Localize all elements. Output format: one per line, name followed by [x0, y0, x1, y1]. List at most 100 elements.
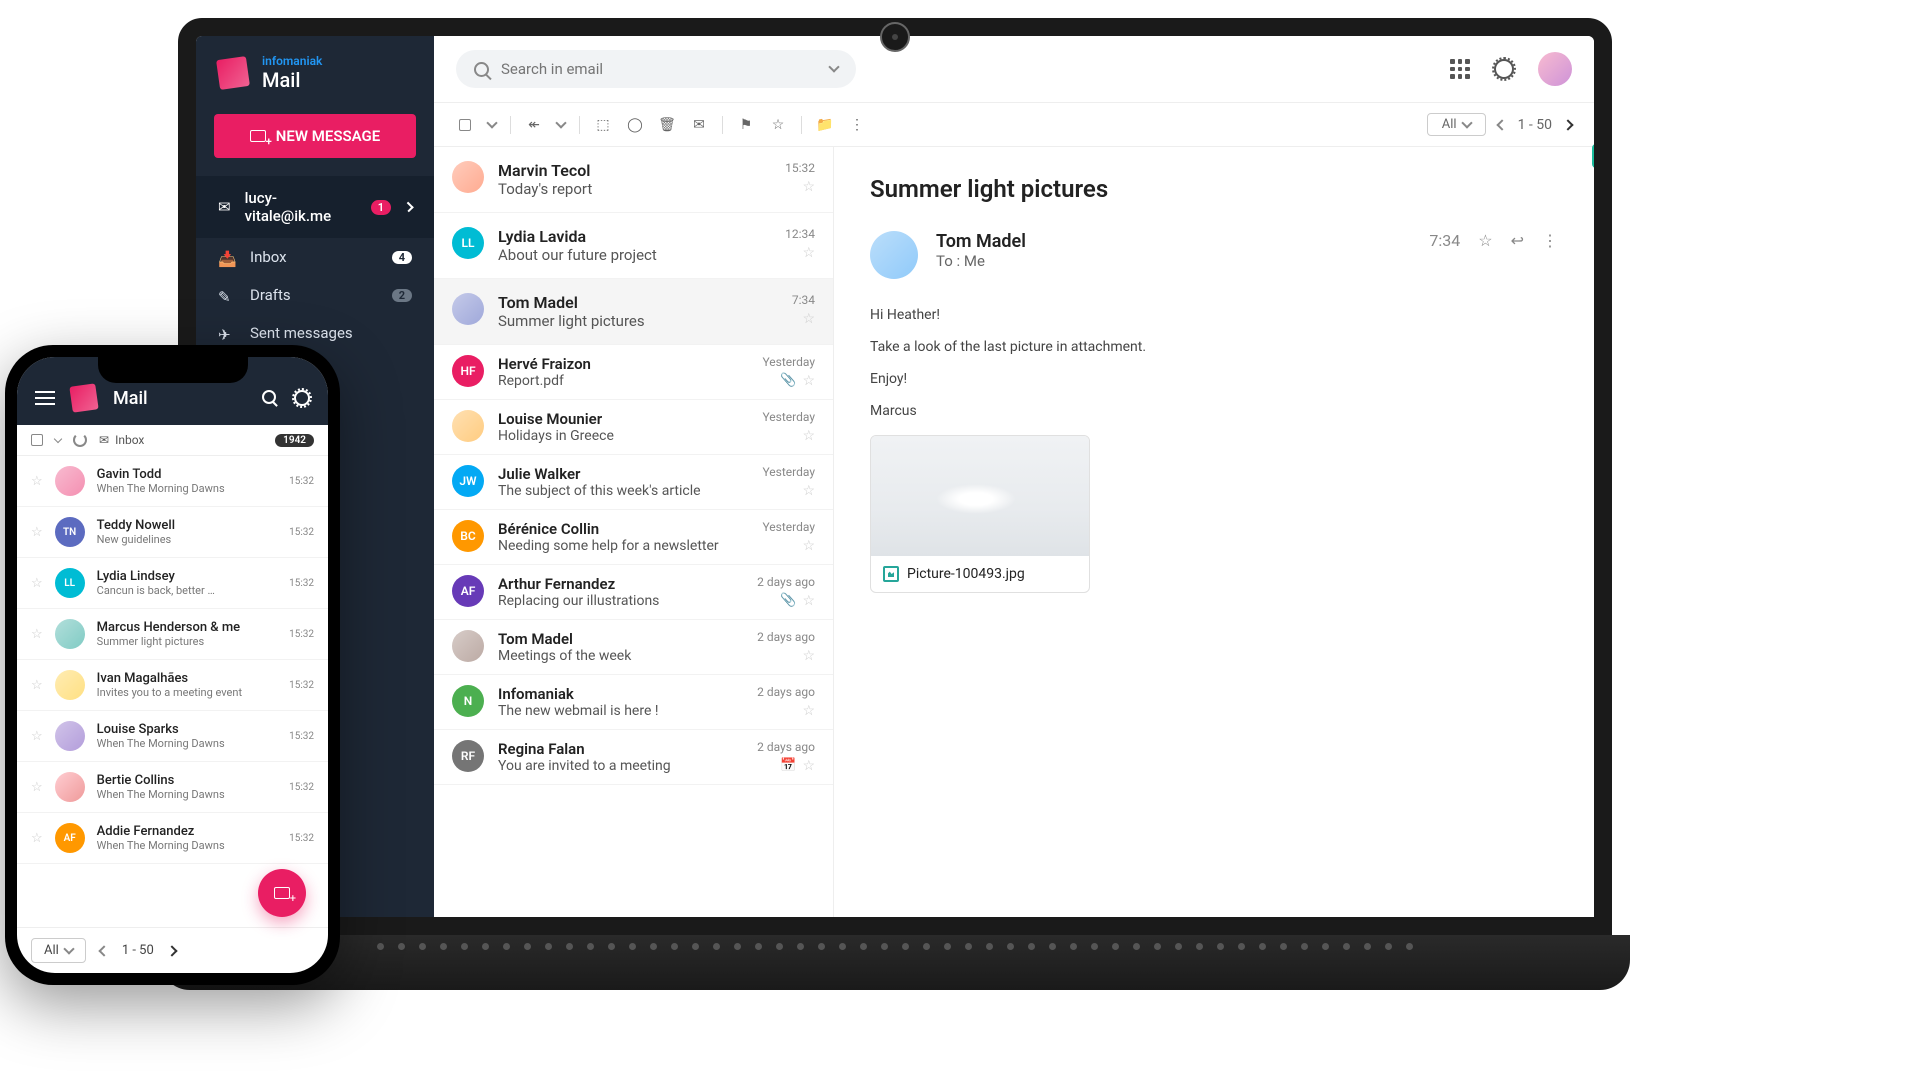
star-icon[interactable]: ☆ — [31, 780, 43, 795]
reader-to: To : Me — [936, 252, 1026, 270]
mobile-email-item[interactable]: ☆ Marcus Henderson & me Summer light pic… — [17, 609, 328, 660]
more-icon[interactable]: ⋮ — [1542, 231, 1558, 250]
sender-avatar: N — [452, 685, 484, 717]
mobile-toolbar: ✉ Inbox 1942 — [17, 425, 328, 456]
mobile-email-item[interactable]: ☆ Ivan Magalhães Invites you to a meetin… — [17, 660, 328, 711]
sender-avatar — [55, 772, 85, 802]
sidebar-item-drafts[interactable]: ✎ Drafts 2 — [196, 276, 434, 314]
star-icon[interactable]: ☆ — [802, 538, 815, 554]
reply-icon[interactable]: ↩ — [1511, 231, 1524, 250]
settings-gear-icon[interactable] — [1494, 59, 1514, 79]
mobile-brand: Mail — [113, 388, 148, 409]
settings-gear-icon[interactable] — [294, 390, 310, 406]
star-icon[interactable]: ☆ — [802, 593, 815, 609]
chevron-down-icon[interactable] — [828, 61, 839, 72]
mail-logo-icon — [216, 56, 250, 90]
star-icon[interactable]: ☆ — [31, 525, 43, 540]
email-list-item[interactable]: Tom Madel Meetings of the week 2 days ag… — [434, 620, 833, 675]
pager-prev-icon[interactable] — [1496, 119, 1507, 130]
mobile-email-item[interactable]: ☆ Bertie Collins When The Morning Dawns … — [17, 762, 328, 813]
star-icon[interactable]: ☆ — [802, 373, 815, 389]
email-list-item[interactable]: LL Lydia Lavida About our future project… — [434, 213, 833, 279]
select-dropdown-icon[interactable] — [486, 117, 497, 128]
move-folder-icon[interactable]: 📁 — [816, 116, 834, 134]
star-icon[interactable]: ☆ — [31, 729, 43, 744]
hamburger-menu-icon[interactable] — [35, 391, 55, 405]
archive-icon[interactable]: ⬚ — [594, 116, 612, 134]
email-sender: Tom Madel — [498, 293, 778, 312]
mail-logo-icon — [69, 383, 98, 412]
image-file-icon — [883, 566, 899, 582]
email-subject: You are invited to a meeting — [498, 758, 743, 774]
sender-avatar: LL — [55, 568, 85, 598]
star-icon[interactable]: ☆ — [802, 758, 815, 774]
refresh-icon[interactable] — [73, 433, 87, 447]
search-input[interactable] — [501, 60, 818, 78]
mark-read-icon[interactable]: ✉ — [690, 116, 708, 134]
reply-all-icon[interactable]: ↞ — [525, 116, 543, 134]
star-icon[interactable]: ☆ — [31, 474, 43, 489]
email-list-item[interactable]: JW Julie Walker The subject of this week… — [434, 455, 833, 510]
star-icon[interactable]: ☆ — [802, 648, 815, 664]
search-icon[interactable] — [262, 390, 276, 404]
email-sender: Ivan Magalhães — [97, 671, 277, 686]
pager-prev-icon[interactable] — [98, 945, 109, 956]
mobile-email-item[interactable]: ☆ LL Lydia Lindsey Cancun is back, bette… — [17, 558, 328, 609]
mobile-email-item[interactable]: ☆ AF Addie Fernandez When The Morning Da… — [17, 813, 328, 864]
delete-icon[interactable]: 🗑 — [658, 116, 676, 134]
sender-avatar: AF — [55, 823, 85, 853]
mobile-filter-dropdown[interactable]: All — [31, 938, 86, 963]
email-subject: Summer light pictures — [498, 312, 778, 330]
star-icon[interactable]: ☆ — [1478, 231, 1492, 250]
email-sender: Gavin Todd — [97, 467, 277, 482]
star-icon[interactable]: ☆ — [802, 428, 815, 444]
search-box[interactable] — [456, 50, 856, 88]
flag-icon[interactable]: ⚑ — [737, 116, 755, 134]
email-list-item[interactable]: RF Regina Falan You are invited to a mee… — [434, 730, 833, 785]
star-icon[interactable]: ☆ — [769, 116, 787, 134]
email-subject: Cancun is back, better … — [97, 584, 277, 597]
more-icon[interactable]: ⋮ — [848, 116, 866, 134]
email-subject: When The Morning Dawns — [97, 737, 277, 750]
attachment-card[interactable]: Picture-100493.jpg — [870, 435, 1090, 593]
email-list-item[interactable]: Marvin Tecol Today's report 15:32 ☆ — [434, 147, 833, 213]
reply-dropdown-icon[interactable] — [555, 117, 566, 128]
user-avatar[interactable] — [1538, 52, 1572, 86]
sidebar-item-inbox[interactable]: 📥 Inbox 4 — [196, 238, 434, 276]
star-icon[interactable]: ☆ — [31, 678, 43, 693]
star-icon[interactable]: ☆ — [802, 703, 815, 719]
compose-fab[interactable] — [258, 869, 306, 917]
spam-icon[interactable]: ◯ — [626, 116, 644, 134]
account-selector[interactable]: ✉ lucy-vitale@ik.me 1 — [196, 176, 434, 238]
star-icon[interactable]: ☆ — [31, 627, 43, 642]
email-list-item[interactable]: HF Hervé Fraizon Report.pdf Yesterday 📎 … — [434, 345, 833, 400]
brand-product: Mail — [262, 68, 322, 92]
star-icon[interactable]: ☆ — [802, 311, 815, 327]
apps-grid-icon[interactable] — [1450, 59, 1470, 79]
email-list-item[interactable]: N Infomaniak The new webmail is here ! 2… — [434, 675, 833, 730]
email-sender: Louise Sparks — [97, 722, 277, 737]
new-message-button[interactable]: NEW MESSAGE — [214, 114, 416, 158]
email-list-item[interactable]: AF Arthur Fernandez Replacing our illust… — [434, 565, 833, 620]
attachment-preview — [871, 436, 1089, 556]
star-icon[interactable]: ☆ — [31, 576, 43, 591]
calendar-icon: 📅 — [780, 758, 796, 774]
star-icon[interactable]: ☆ — [802, 483, 815, 499]
new-message-label: NEW MESSAGE — [276, 127, 380, 145]
pager-next-icon[interactable] — [1562, 119, 1573, 130]
pager-next-icon[interactable] — [166, 945, 177, 956]
select-all-checkbox[interactable] — [456, 116, 474, 134]
mobile-email-item[interactable]: ☆ Gavin Todd When The Morning Dawns 15:3… — [17, 456, 328, 507]
select-all-checkbox[interactable] — [31, 434, 43, 446]
email-list-item[interactable]: Tom Madel Summer light pictures 7:34 ☆ — [434, 279, 833, 345]
email-list-item[interactable]: Louise Mounier Holidays in Greece Yester… — [434, 400, 833, 455]
mobile-email-item[interactable]: ☆ Louise Sparks When The Morning Dawns 1… — [17, 711, 328, 762]
chevron-down-icon[interactable] — [54, 434, 62, 442]
mobile-inbox-label: Inbox — [115, 433, 144, 447]
star-icon[interactable]: ☆ — [31, 831, 43, 846]
filter-all-dropdown[interactable]: All — [1427, 113, 1486, 136]
star-icon[interactable]: ☆ — [802, 245, 815, 261]
star-icon[interactable]: ☆ — [802, 179, 815, 195]
mobile-email-item[interactable]: ☆ TN Teddy Nowell New guidelines 15:32 — [17, 507, 328, 558]
email-list-item[interactable]: BC Bérénice Collin Needing some help for… — [434, 510, 833, 565]
